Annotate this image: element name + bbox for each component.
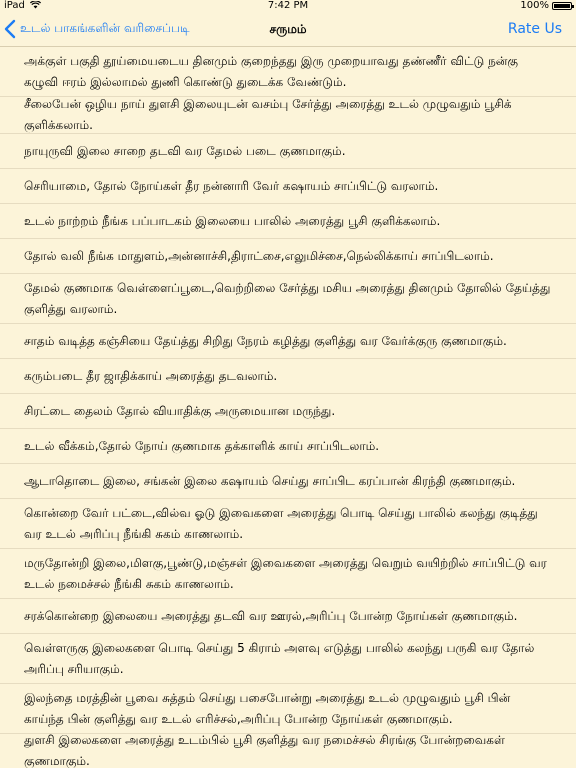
list-item[interactable]: சரக்கொன்றை இலையை அரைத்து தடவி வர ஊரல்,அர… (0, 599, 576, 634)
list-item-text: சீலைபேன் ஒழிய நாய் துளசி இலையுடன் வசம்பு… (24, 97, 512, 132)
battery-fill (554, 4, 570, 8)
status-time: 7:42 PM (267, 0, 309, 11)
list-item-text: உடல் வீக்கம்,தோல் நோய் குணமாக தக்காளிக் … (24, 438, 380, 453)
list-item-text: இலந்தை மரத்தின் பூவை சுத்தம் செய்து பசைப… (24, 690, 511, 726)
list-item-text: ஆடாதொடை இலை, சங்கன் இலை கஷாயம் செய்து சா… (24, 473, 516, 488)
list-item-text: தேமல் குணமாக வெள்ளைப்பூடை,வெற்றிலை சேர்த… (24, 280, 551, 316)
list-item-text: மருதோன்றி இலை,மிளகு,பூண்டு,மஞ்சள் இவைகளை… (24, 555, 547, 591)
list-item[interactable]: தேமல் குணமாக வெள்ளைப்பூடை,வெற்றிலை சேர்த… (0, 274, 576, 324)
status-bar: iPad 7:42 PM 100% (0, 0, 576, 12)
list-item-text: துளசி இலைகளை அரைத்து உடம்பில் பூசி குளித… (24, 733, 505, 768)
rate-us-button[interactable]: Rate Us (508, 12, 562, 46)
list-item[interactable]: சாதம் வடித்த கஞ்சியை தேய்த்து சிறிது நேர… (0, 324, 576, 359)
list-item-text: உடல் நாற்றம் நீங்க பப்பாடகம் இலையை பாலில… (24, 213, 441, 228)
list-item-text: அக்குள் பகுதி தூய்மையடைய தினமும் குறைந்த… (24, 53, 519, 89)
list-item-text: சரக்கொன்றை இலையை அரைத்து தடவி வர ஊரல்,அர… (24, 608, 518, 623)
list-item-text: தோல் வலி நீங்க மாதுளம்,அன்னாச்சி,திராட்ச… (24, 248, 494, 263)
back-button-label: உடல் பாகங்களின் வரிசைப்படி (20, 21, 190, 35)
list-item[interactable]: தோல் வலி நீங்க மாதுளம்,அன்னாச்சி,திராட்ச… (0, 239, 576, 274)
list-item[interactable]: இலந்தை மரத்தின் பூவை சுத்தம் செய்து பசைப… (0, 684, 576, 734)
list-item-text: கொன்றை வேர் பட்டை,வில்வ ஓடு இவைகளை அரைத்… (24, 505, 538, 541)
chevron-left-icon (4, 19, 16, 39)
list-item-text: கரும்படை தீர ஜாதிக்காய் அரைத்து தடவலாம். (24, 368, 278, 383)
list-item[interactable]: அக்குள் பகுதி தூய்மையடைய தினமும் குறைந்த… (0, 47, 576, 97)
tips-list[interactable]: அக்குள் பகுதி தூய்மையடைய தினமும் குறைந்த… (0, 47, 576, 768)
list-item[interactable]: உடல் நாற்றம் நீங்க பப்பாடகம் இலையை பாலில… (0, 204, 576, 239)
list-item[interactable]: உடல் வீக்கம்,தோல் நோய் குணமாக தக்காளிக் … (0, 429, 576, 464)
list-item[interactable]: நாயுருவி இலை சாறை தடவி வர தேமல் படை குணம… (0, 134, 576, 169)
list-item[interactable]: கரும்படை தீர ஜாதிக்காய் அரைத்து தடவலாம். (0, 359, 576, 394)
list-item[interactable]: மருதோன்றி இலை,மிளகு,பூண்டு,மஞ்சள் இவைகளை… (0, 549, 576, 599)
list-item-text: சிரட்டை தைலம் தோல் வியாதிக்கு அருமையான ம… (24, 403, 336, 418)
list-item[interactable]: சீலைபேன் ஒழிய நாய் துளசி இலையுடன் வசம்பு… (0, 97, 576, 134)
list-item-text: வெள்ளருகு இலைகளை பொடி செய்து 5 கிராம் அள… (24, 640, 535, 676)
list-item-text: நாயுருவி இலை சாறை தடவி வர தேமல் படை குணம… (24, 143, 346, 158)
battery-percent: 100% (520, 0, 549, 11)
list-item-text: செரியாமை, தோல் நோய்கள் தீர நன்னாரி வேர் … (24, 178, 439, 193)
list-item[interactable]: ஆடாதொடை இலை, சங்கன் இலை கஷாயம் செய்து சா… (0, 464, 576, 499)
status-battery: 100% (520, 0, 574, 12)
battery-icon (552, 2, 574, 10)
list-item[interactable]: சிரட்டை தைலம் தோல் வியாதிக்கு அருமையான ம… (0, 394, 576, 429)
back-button[interactable]: உடல் பாகங்களின் வரிசைப்படி (4, 12, 190, 46)
list-item[interactable]: கொன்றை வேர் பட்டை,வில்வ ஓடு இவைகளை அரைத்… (0, 499, 576, 549)
list-item[interactable]: வெள்ளருகு இலைகளை பொடி செய்து 5 கிராம் அள… (0, 634, 576, 684)
navigation-bar: உடல் பாகங்களின் வரிசைப்படி சருமம் Rate U… (0, 12, 576, 47)
list-item[interactable]: செரியாமை, தோல் நோய்கள் தீர நன்னாரி வேர் … (0, 169, 576, 204)
list-item-text: சாதம் வடித்த கஞ்சியை தேய்த்து சிறிது நேர… (24, 333, 507, 348)
list-item[interactable]: துளசி இலைகளை அரைத்து உடம்பில் பூசி குளித… (0, 733, 576, 768)
